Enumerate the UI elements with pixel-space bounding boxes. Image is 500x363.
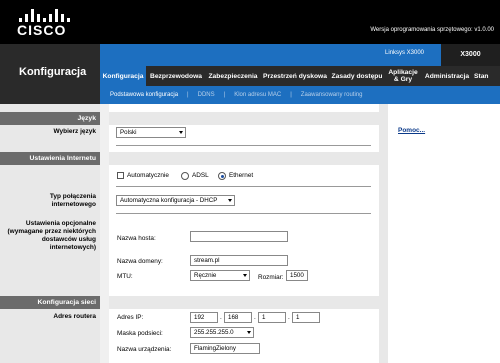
model-bar — [100, 44, 500, 66]
main-tabs: Konfiguracja Bezprzewodowa Zabezpieczeni… — [100, 66, 500, 86]
mtu-label: MTU: — [117, 273, 133, 280]
mtu-select-value: Ręcznie — [194, 272, 217, 279]
language-label: Wybierz język — [53, 128, 96, 135]
ethernet-radio-label: Ethernet — [229, 172, 254, 179]
sub-tabs: Podstawowa konfiguracja | DDNS | Klon ad… — [100, 86, 500, 104]
subnet-mask-label: Maska podsieci: — [117, 330, 163, 337]
ip-octet-4[interactable]: 1 — [292, 312, 320, 323]
chevron-down-icon — [228, 199, 232, 202]
subtab-separator: | — [290, 92, 292, 98]
subtab-separator: | — [187, 92, 189, 98]
adsl-radio-label: ADSL — [192, 172, 209, 179]
router-address-label: Adres routera — [53, 313, 96, 320]
tab-zasady-dostepu[interactable]: Zasady dostępu — [330, 66, 384, 86]
connection-type-value: Automatyczna konfiguracja - DHCP — [120, 197, 218, 204]
firmware-version: Wersja oprogramowania sprzętowego: v1.0.… — [370, 27, 494, 33]
subtab-separator: | — [223, 92, 226, 98]
auto-checkbox-label: Automatycznie — [127, 172, 169, 179]
host-name-input[interactable] — [190, 231, 288, 242]
subtab-ddns[interactable]: DDNS — [198, 92, 215, 98]
section-band-network — [109, 296, 379, 309]
tab-administracja[interactable]: Administracja — [422, 66, 472, 86]
divider — [116, 186, 371, 187]
tab-aplikacje-gry[interactable]: Aplikacje & Gry — [384, 66, 422, 86]
mtu-size-input[interactable]: 1500 — [286, 270, 308, 281]
ip-octet-2[interactable]: 168 — [224, 312, 252, 323]
help-link[interactable]: Pomoc... — [398, 127, 425, 134]
ip-octet-3[interactable]: 1 — [258, 312, 286, 323]
cisco-logo-bars — [19, 8, 70, 22]
tab-stan[interactable]: Stan — [472, 66, 500, 86]
divider — [116, 145, 371, 146]
mtu-select[interactable]: Ręcznie — [190, 270, 250, 281]
subtab-podstawowa-konfiguracja[interactable]: Podstawowa konfiguracja — [110, 92, 178, 98]
host-name-label: Nazwa hosta: — [117, 235, 156, 242]
help-panel — [388, 104, 500, 363]
adsl-radio[interactable] — [181, 172, 189, 180]
subnet-mask-select[interactable]: 255.255.255.0 — [190, 327, 254, 338]
top-header: CISCO Wersja oprogramowania sprzętowego:… — [0, 0, 500, 44]
section-band-language — [109, 112, 379, 125]
section-band-internet — [109, 152, 379, 165]
subtab-klon-mac[interactable]: Klon adresu MAC — [234, 92, 281, 98]
device-name-label: Nazwa urządzenia: — [117, 346, 172, 353]
subnet-mask-value: 255.255.255.0 — [194, 329, 234, 336]
device-name-input[interactable]: FlamingZielony — [190, 343, 260, 354]
tab-bezprzewodowa[interactable]: Bezprzewodowa — [146, 66, 206, 86]
connection-type-label: Typ połączenia internetowego — [49, 193, 96, 208]
ip-address-label: Adres IP: — [117, 314, 144, 321]
chevron-down-icon — [179, 131, 183, 134]
ip-dot: . — [254, 314, 256, 321]
section-header-network: Konfiguracja sieci — [0, 296, 100, 309]
column-gutter — [100, 104, 109, 363]
language-select[interactable]: Polski — [116, 127, 186, 138]
tab-przestrzen-dyskowa[interactable]: Przestrzeń dyskowa — [260, 66, 330, 86]
section-header-internet: Ustawienia Internetu — [0, 152, 100, 165]
auto-checkbox[interactable] — [117, 172, 124, 179]
chevron-down-icon — [243, 274, 247, 277]
section-header-language: Język — [0, 112, 100, 125]
mtu-size-label: Rozmiar: — [258, 274, 284, 281]
cisco-logo: CISCO — [17, 8, 77, 38]
divider — [116, 213, 371, 214]
optional-settings-label: Ustawienia opcjonalne (wymagane przez ni… — [7, 220, 97, 251]
ethernet-radio[interactable] — [218, 172, 226, 180]
tab-konfiguracja[interactable]: Konfiguracja — [100, 66, 146, 86]
connection-type-select[interactable]: Automatyczna konfiguracja - DHCP — [116, 195, 235, 206]
cisco-logo-text: CISCO — [17, 22, 67, 38]
subtab-zaawansowany-routing[interactable]: Zaawansowany routing — [301, 92, 363, 98]
model-name: Linksys X3000 — [385, 50, 425, 56]
tab-zabezpieczenia[interactable]: Zabezpieczenia — [206, 66, 260, 86]
column-gutter-right — [379, 104, 388, 363]
domain-name-input[interactable]: stream.pl — [190, 255, 288, 266]
ip-dot: . — [220, 314, 222, 321]
ip-octet-1[interactable]: 192 — [190, 312, 218, 323]
domain-name-label: Nazwa domeny: — [117, 258, 163, 265]
chevron-down-icon — [247, 331, 251, 334]
ip-dot: . — [288, 314, 290, 321]
model-short: X3000 — [441, 44, 500, 66]
language-select-value: Polski — [120, 129, 137, 136]
page-title: Konfiguracja — [0, 44, 100, 104]
